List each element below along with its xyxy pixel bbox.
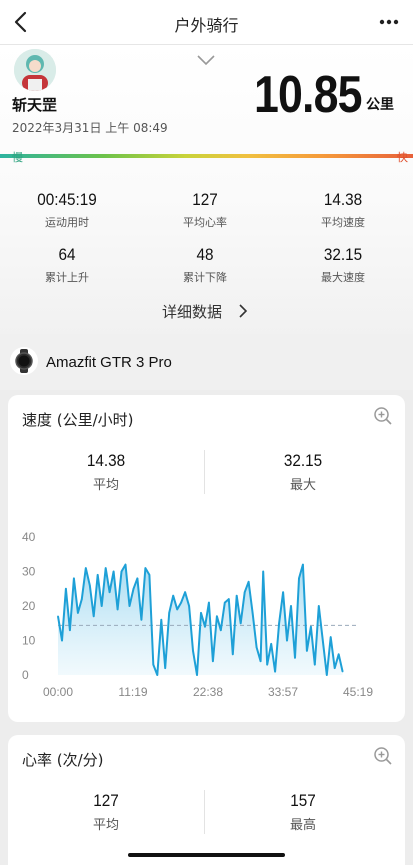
y-tick-label: 0 [22,668,29,682]
divider [204,790,205,834]
x-tick-label: 33:57 [268,685,298,699]
speed-chart[interactable]: 0 10 20 30 40 00:00 11:19 22:38 33:57 45:19 [8,395,405,722]
speed-card: 速度 (公里/小时) 14.38 平均 32.15 最大 0 10 20 30 40 0… [8,395,405,722]
x-tick-label: 00:00 [43,685,73,699]
details-link[interactable]: 详细数据 [162,301,222,322]
stat-value: 14.38 [323,190,363,209]
heart-rate-card: 心率 (次/分) 127 平均 157 最高 [8,735,405,865]
metric-label: 最高 [289,818,316,833]
metric-label: 平均 [92,818,119,833]
stat-max-speed: 32.15 最大速度 [273,245,413,285]
workout-datetime: 2022年3月31日 上午 08:49 [12,121,168,135]
stat-label: 累计下降 [183,271,227,284]
stat-elevation-gain: 64 累计上升 [0,245,137,285]
stat-value: 127 [192,190,218,209]
y-tick-label: 40 [22,530,36,544]
nav-bar: 户外骑行 [0,0,413,44]
metric-value: 157 [290,791,316,810]
distance-unit: 公里 [366,97,394,113]
username: 斩天罡 [12,96,58,114]
more-dots-icon[interactable] [379,19,399,25]
stat-label: 累计上升 [45,271,89,284]
stat-label: 平均心率 [183,216,227,229]
x-tick-label: 45:19 [343,685,373,699]
hr-avg-metric: 127 平均 [31,791,181,833]
chevron-down-icon[interactable] [196,54,216,66]
stat-value: 32.15 [323,245,363,264]
workout-summary: 斩天罡 2022年3月31日 上午 08:49 10.85 公里 慢 快 00:… [0,44,413,334]
stat-duration: 00:45:19 运动用时 [0,190,137,230]
stat-avg-heart-rate: 127 平均心率 [135,190,275,230]
watch-icon [10,347,38,375]
avatar[interactable] [14,49,56,91]
metric-value: 127 [93,791,119,810]
zoom-in-icon[interactable] [373,746,393,766]
stat-elevation-loss: 48 累计下降 [135,245,275,285]
stat-label: 运动用时 [45,216,89,229]
x-tick-label: 11:19 [118,685,147,699]
device-name: Amazfit GTR 3 Pro [46,354,172,371]
y-tick-label: 10 [22,634,36,648]
pace-gradient-bar [0,154,413,158]
y-tick-label: 30 [22,565,36,579]
y-tick-label: 20 [22,599,36,613]
home-indicator [128,853,285,857]
stat-value: 48 [196,245,214,264]
stat-label: 平均速度 [321,216,365,229]
page-title: 户外骑行 [174,16,239,35]
stat-label: 最大速度 [321,271,365,284]
chevron-right-icon[interactable] [238,304,248,318]
device-row[interactable]: Amazfit GTR 3 Pro [0,334,413,390]
pace-slow-label: 慢 [12,151,23,164]
heart-rate-card-title: 心率 (次/分) [22,751,104,769]
hr-max-metric: 157 最高 [228,791,378,833]
stat-avg-speed: 14.38 平均速度 [273,190,413,230]
stat-value: 00:45:19 [37,190,97,209]
pace-fast-label: 快 [397,151,408,164]
distance-value: 10.85 [254,66,362,124]
stat-value: 64 [58,245,76,264]
x-tick-label: 22:38 [193,685,223,699]
